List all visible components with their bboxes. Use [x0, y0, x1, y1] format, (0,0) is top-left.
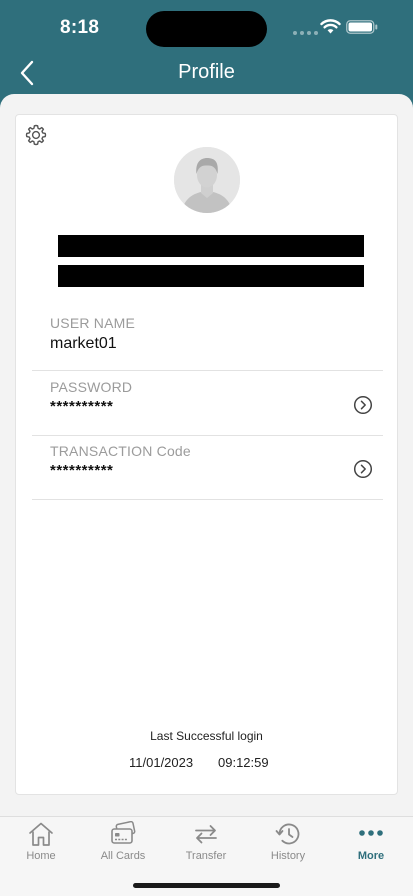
tab-bar: Home All Cards Transfer History More	[0, 816, 413, 896]
tab-more[interactable]: More	[330, 817, 412, 871]
tab-all-cards-label: All Cards	[100, 850, 146, 862]
transfer-icon	[195, 825, 217, 844]
cellular-signal-icon	[293, 31, 318, 35]
tab-transfer-label: Transfer	[185, 850, 227, 862]
divider	[32, 370, 383, 371]
page-title: Profile	[178, 61, 235, 83]
battery-icon	[346, 20, 378, 34]
last-login-time: 09:12:59	[218, 755, 269, 770]
settings-button[interactable]	[24, 123, 48, 147]
gear-icon	[25, 124, 47, 146]
nav-header: Profile	[0, 52, 413, 94]
tab-home[interactable]: Home	[0, 817, 82, 871]
wifi-icon	[320, 19, 341, 34]
tab-history[interactable]: History	[247, 817, 329, 871]
tab-more-label: More	[357, 850, 385, 862]
chevron-right-circle-icon[interactable]	[353, 395, 373, 415]
dynamic-island	[146, 11, 267, 47]
profile-card: USER NAME market01 PASSWORD ********** T…	[15, 114, 398, 795]
tab-transfer[interactable]: Transfer	[165, 817, 247, 871]
password-label: PASSWORD	[50, 379, 133, 395]
transaction-code-row[interactable]: TRANSACTION Code **********	[32, 437, 383, 501]
password-row[interactable]: PASSWORD **********	[32, 373, 383, 437]
last-login-label: Last Successful login	[150, 729, 263, 743]
home-indicator	[133, 883, 280, 888]
status-time: 8:18	[60, 17, 100, 38]
username-label: USER NAME	[50, 315, 136, 331]
transaction-code-label: TRANSACTION Code	[50, 443, 191, 459]
tab-home-label: Home	[26, 850, 56, 862]
status-bar: 8:18	[0, 0, 413, 52]
last-login-date: 11/01/2023	[129, 755, 194, 770]
tab-all-cards[interactable]: All Cards	[82, 817, 164, 871]
user-avatar-icon	[174, 147, 240, 213]
redacted-name-bar	[58, 235, 364, 257]
cards-icon	[111, 821, 136, 844]
home-icon	[29, 822, 53, 846]
content-sheet: USER NAME market01 PASSWORD ********** T…	[0, 94, 413, 816]
chevron-right-circle-icon[interactable]	[353, 459, 373, 479]
transaction-code-value: **********	[50, 462, 114, 479]
username-field: USER NAME market01	[32, 309, 383, 373]
tab-history-label: History	[270, 850, 306, 862]
username-value: market01	[50, 335, 117, 352]
history-icon	[275, 823, 300, 845]
more-icon	[359, 830, 383, 836]
password-value: **********	[50, 398, 114, 415]
divider	[32, 499, 383, 500]
avatar	[174, 147, 240, 213]
redacted-detail-bar	[58, 265, 364, 287]
divider	[32, 435, 383, 436]
